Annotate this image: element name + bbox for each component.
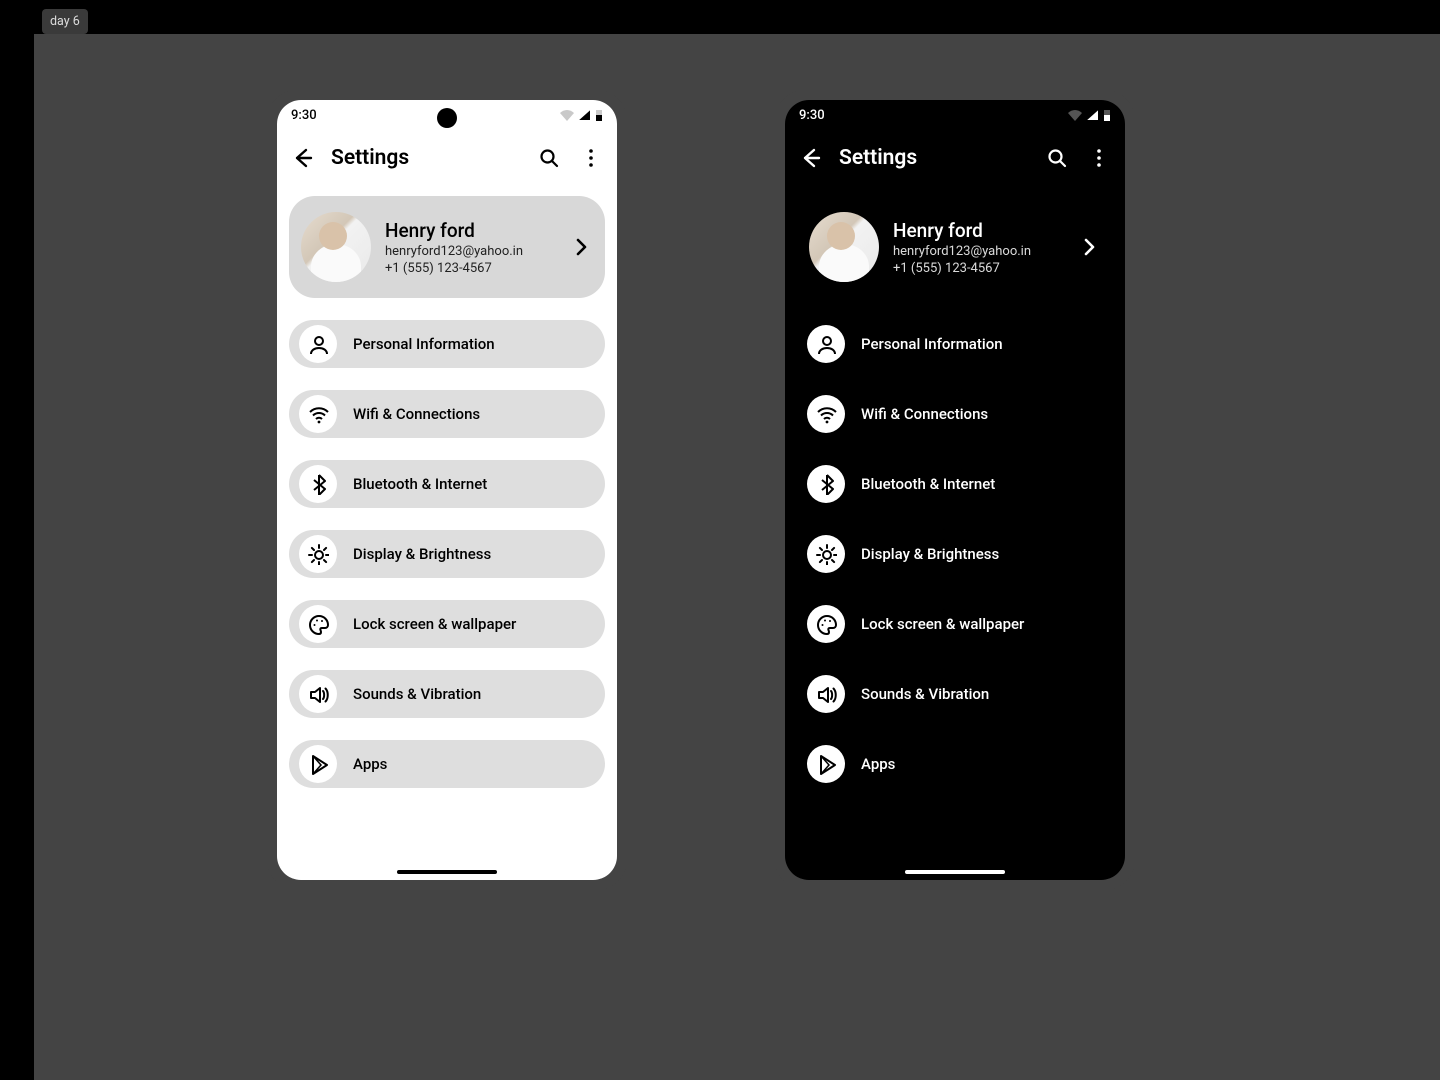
settings-item-wifi[interactable]: Wifi & Connections <box>289 390 605 438</box>
palette-icon <box>807 605 845 643</box>
avatar <box>809 212 879 282</box>
status-bar: 9:30 <box>785 100 1125 130</box>
phone-screen-light: 9:30 Settings <box>277 100 617 880</box>
settings-item-display[interactable]: Display & Brightness <box>289 530 605 578</box>
settings-item-bluetooth[interactable]: Bluetooth & Internet <box>797 460 1113 508</box>
page-title: Settings <box>331 146 521 170</box>
settings-list: Personal Information Wifi & Connections … <box>797 320 1113 788</box>
page-badge: day 6 <box>42 9 88 34</box>
bluetooth-icon <box>807 465 845 503</box>
play-icon <box>807 745 845 783</box>
signal-status-icon <box>1086 108 1100 122</box>
status-icons <box>559 108 603 122</box>
back-arrow-icon <box>291 146 315 170</box>
status-time: 9:30 <box>799 108 825 123</box>
settings-item-lockscreen[interactable]: Lock screen & wallpaper <box>289 600 605 648</box>
search-icon <box>1045 146 1069 170</box>
settings-item-label: Apps <box>353 755 387 773</box>
overflow-menu-button[interactable] <box>1085 144 1113 172</box>
profile-phone: +1 (555) 123-4567 <box>893 261 1063 276</box>
user-icon <box>807 325 845 363</box>
settings-item-display[interactable]: Display & Brightness <box>797 530 1113 578</box>
wifi-icon <box>299 395 337 433</box>
settings-item-sounds[interactable]: Sounds & Vibration <box>289 670 605 718</box>
camera-hole <box>437 108 457 128</box>
settings-item-apps[interactable]: Apps <box>289 740 605 788</box>
settings-item-label: Sounds & Vibration <box>861 685 989 703</box>
settings-item-personal-information[interactable]: Personal Information <box>797 320 1113 368</box>
settings-item-wifi[interactable]: Wifi & Connections <box>797 390 1113 438</box>
settings-item-label: Wifi & Connections <box>353 405 480 423</box>
profile-email: henryford123@yahoo.in <box>385 244 555 259</box>
status-icons <box>1067 108 1111 122</box>
settings-item-label: Sounds & Vibration <box>353 685 481 703</box>
home-indicator[interactable] <box>905 870 1005 874</box>
profile-card[interactable]: Henry ford henryford123@yahoo.in +1 (555… <box>289 196 605 298</box>
sun-icon <box>807 535 845 573</box>
profile-name: Henry ford <box>385 219 555 242</box>
settings-list: Personal Information Wifi & Connections … <box>289 320 605 788</box>
app-bar: Settings <box>785 130 1125 186</box>
overflow-menu-button[interactable] <box>577 144 605 172</box>
settings-item-label: Wifi & Connections <box>861 405 988 423</box>
wifi-status-icon <box>1067 108 1083 122</box>
avatar <box>301 212 371 282</box>
back-button[interactable] <box>797 144 825 172</box>
search-icon <box>537 146 561 170</box>
settings-item-label: Bluetooth & Internet <box>353 475 487 493</box>
status-time: 9:30 <box>291 108 317 123</box>
user-icon <box>299 325 337 363</box>
battery-status-icon <box>1103 108 1111 122</box>
signal-status-icon <box>578 108 592 122</box>
more-vert-icon <box>1087 146 1111 170</box>
play-icon <box>299 745 337 783</box>
phone-screen-dark: 9:30 Settings <box>785 100 1125 880</box>
search-button[interactable] <box>535 144 563 172</box>
profile-phone: +1 (555) 123-4567 <box>385 261 555 276</box>
settings-item-bluetooth[interactable]: Bluetooth & Internet <box>289 460 605 508</box>
settings-item-label: Lock screen & wallpaper <box>861 615 1024 633</box>
back-button[interactable] <box>289 144 317 172</box>
wifi-status-icon <box>559 108 575 122</box>
chevron-right-icon <box>1077 235 1101 259</box>
chevron-right-icon <box>569 235 593 259</box>
settings-item-lockscreen[interactable]: Lock screen & wallpaper <box>797 600 1113 648</box>
back-arrow-icon <box>799 146 823 170</box>
settings-item-label: Bluetooth & Internet <box>861 475 995 493</box>
settings-item-label: Display & Brightness <box>861 545 999 563</box>
app-bar: Settings <box>277 130 617 186</box>
more-vert-icon <box>579 146 603 170</box>
home-indicator[interactable] <box>397 870 497 874</box>
settings-item-label: Display & Brightness <box>353 545 491 563</box>
palette-icon <box>299 605 337 643</box>
profile-email: henryford123@yahoo.in <box>893 244 1063 259</box>
bluetooth-icon <box>299 465 337 503</box>
volume-icon <box>807 675 845 713</box>
sun-icon <box>299 535 337 573</box>
settings-item-personal-information[interactable]: Personal Information <box>289 320 605 368</box>
settings-item-label: Apps <box>861 755 895 773</box>
phone-frame-light: 9:30 Settings <box>267 90 627 890</box>
phone-frame-dark: 9:30 Settings <box>775 90 1135 890</box>
wifi-icon <box>807 395 845 433</box>
volume-icon <box>299 675 337 713</box>
settings-item-label: Lock screen & wallpaper <box>353 615 516 633</box>
settings-item-sounds[interactable]: Sounds & Vibration <box>797 670 1113 718</box>
battery-status-icon <box>595 108 603 122</box>
search-button[interactable] <box>1043 144 1071 172</box>
profile-name: Henry ford <box>893 219 1063 242</box>
page-title: Settings <box>839 146 1029 170</box>
profile-card[interactable]: Henry ford henryford123@yahoo.in +1 (555… <box>797 196 1113 298</box>
settings-item-label: Personal Information <box>353 335 495 353</box>
settings-item-apps[interactable]: Apps <box>797 740 1113 788</box>
settings-item-label: Personal Information <box>861 335 1003 353</box>
